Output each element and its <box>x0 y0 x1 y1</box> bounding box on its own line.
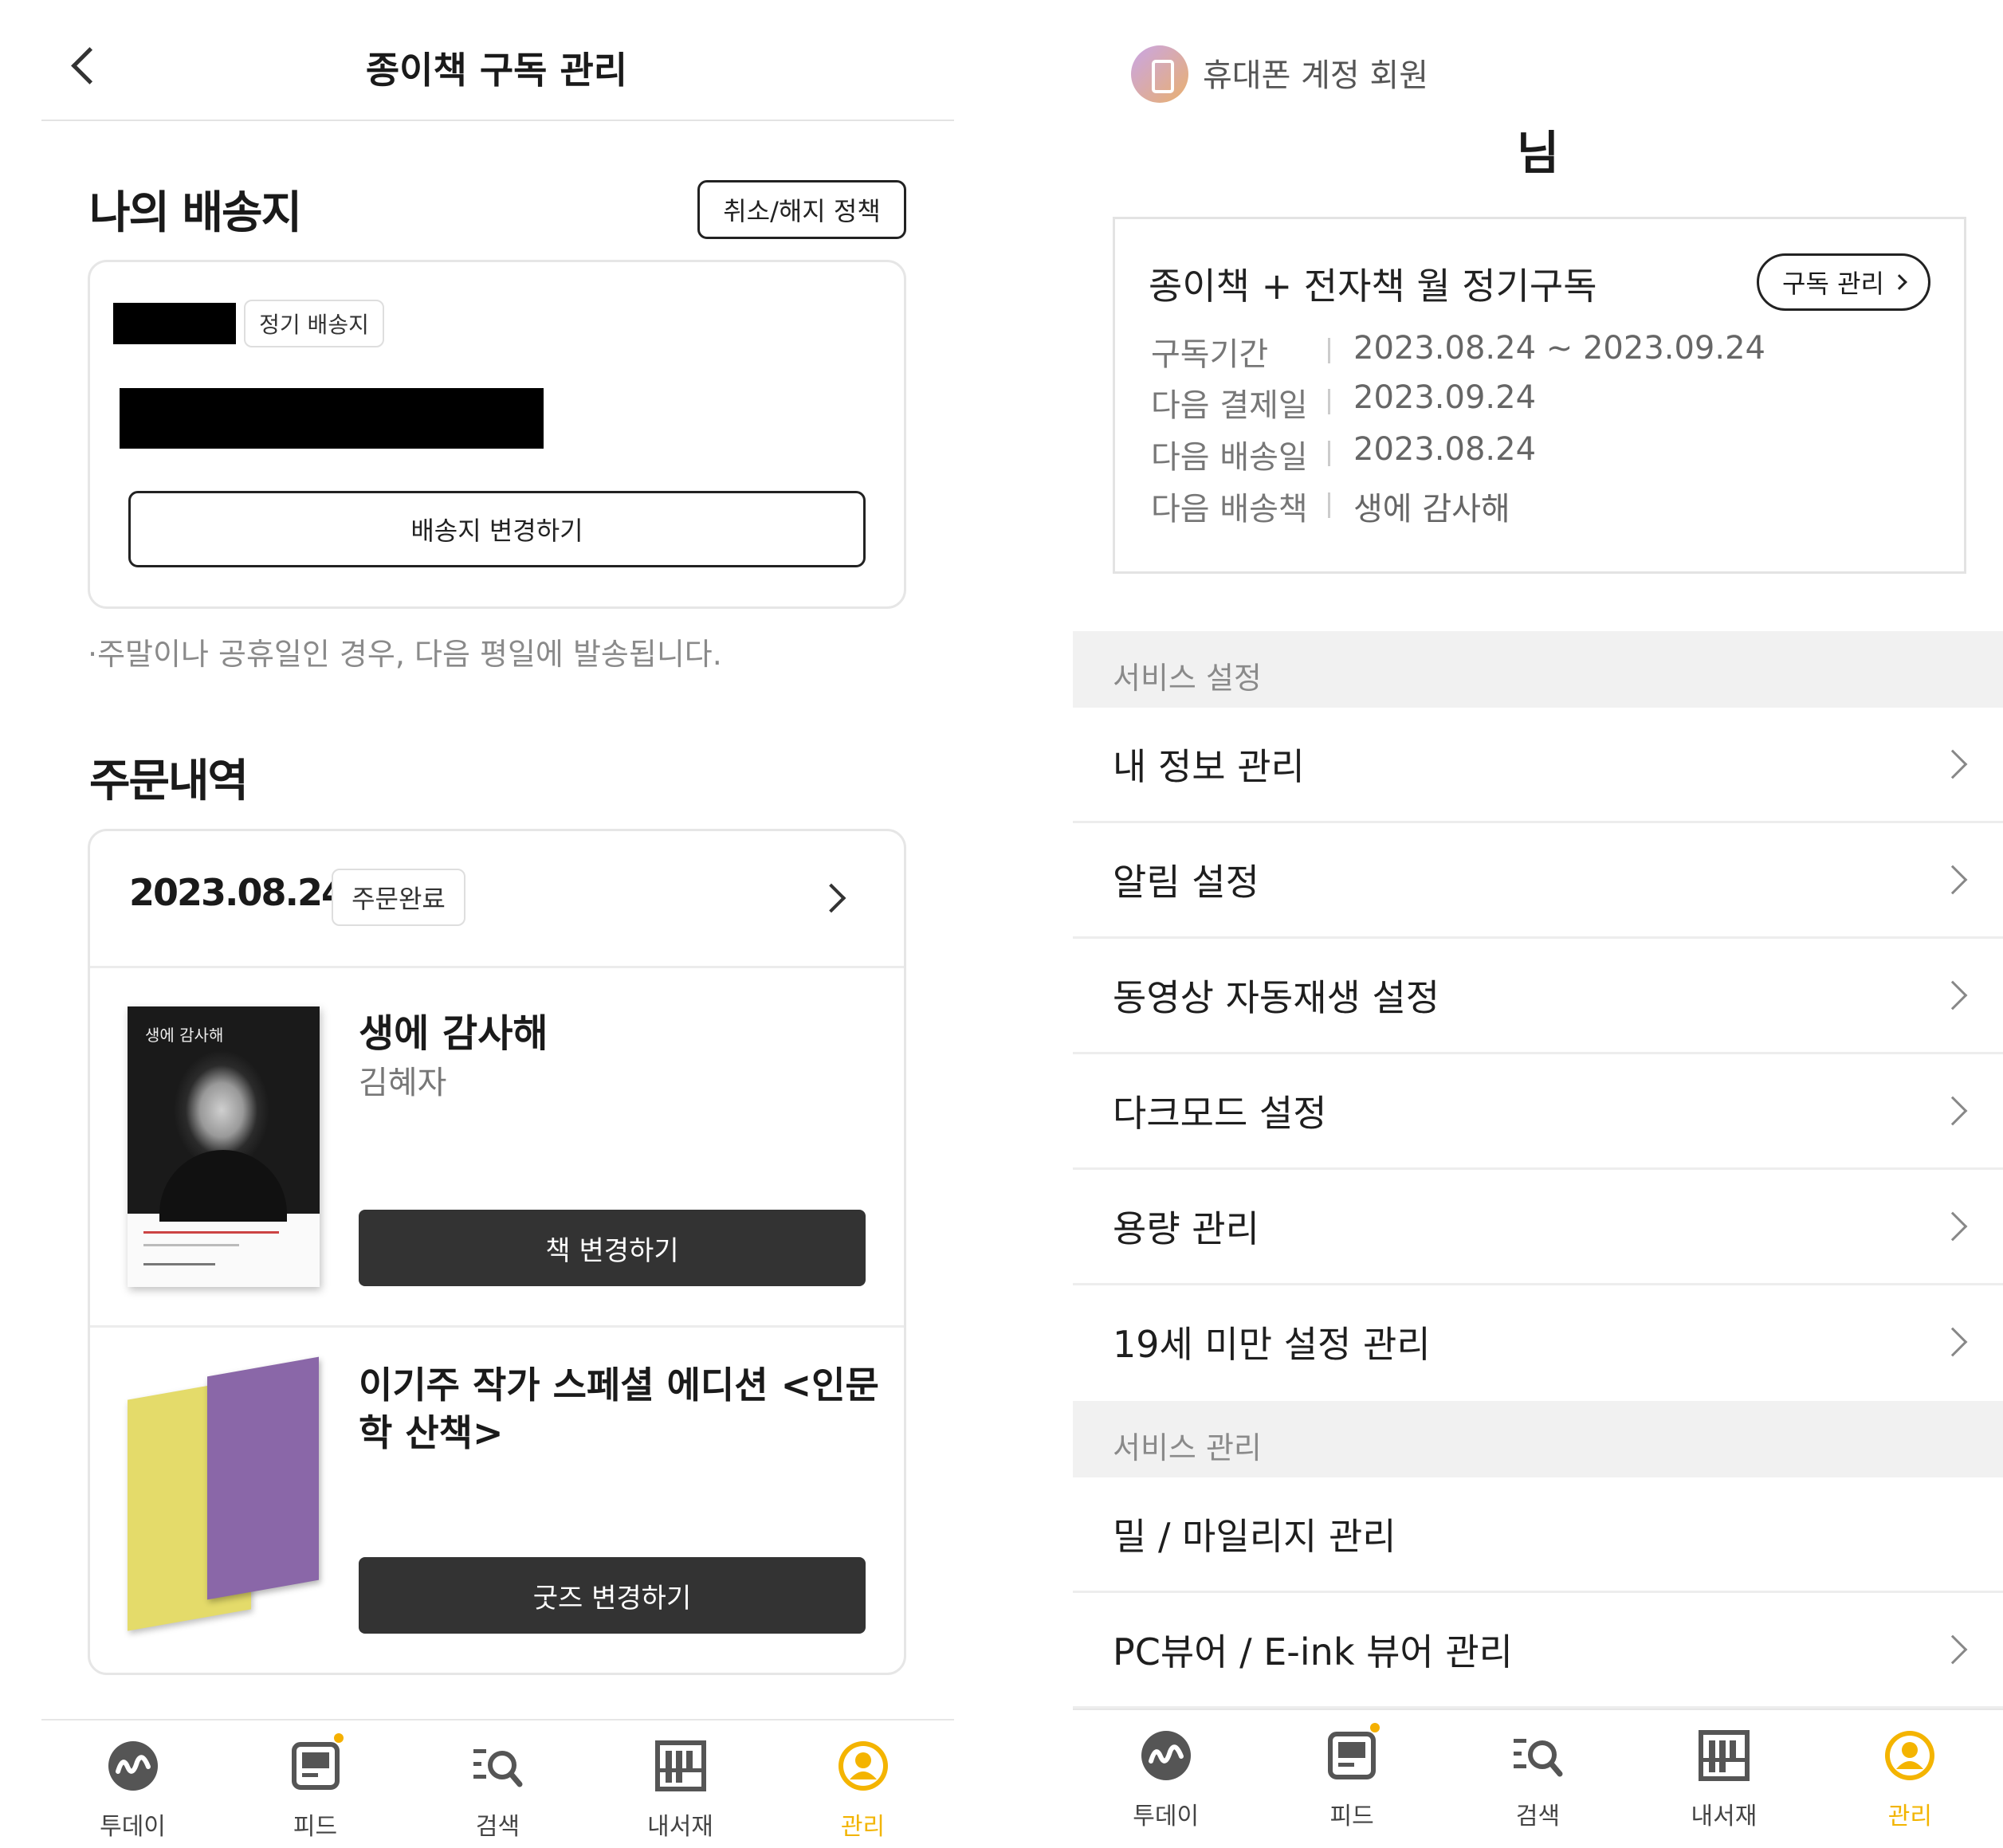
chevron-right-icon <box>1938 865 1968 895</box>
cancel-policy-button[interactable]: 취소/해지 정책 <box>697 180 906 239</box>
chevron-right-icon <box>1891 274 1907 290</box>
subscription-period-value: 2023.08.24 ~ 2023.09.24 <box>1353 330 1765 367</box>
page-title: 종이책 구독 관리 <box>365 49 628 92</box>
search-icon <box>472 1740 524 1792</box>
tab-today[interactable]: 투데이 <box>41 1720 224 1846</box>
separator <box>1328 441 1330 466</box>
change-address-button[interactable]: 배송지 변경하기 <box>128 491 866 567</box>
tab-search[interactable]: 검색 <box>406 1720 589 1846</box>
menu-notification-settings[interactable]: 알림 설정 <box>1073 823 2003 939</box>
manage-subscription-button[interactable]: 구독 관리 <box>1757 253 1930 311</box>
screen-gap <box>1004 0 1073 1848</box>
tab-feed[interactable]: 피드 <box>1259 1710 1444 1836</box>
menu-dark-mode[interactable]: 다크모드 설정 <box>1073 1054 2003 1170</box>
library-icon <box>654 1740 707 1792</box>
tab-library[interactable]: 내서재 <box>1631 1710 1816 1836</box>
tab-library[interactable]: 내서재 <box>589 1720 772 1846</box>
profile-icon <box>837 1740 890 1792</box>
item-divider <box>90 1325 904 1328</box>
order-divider <box>90 966 904 968</box>
menu-under-19[interactable]: 19세 미만 설정 관리 <box>1073 1285 2003 1401</box>
subscription-period-label: 구독기간 <box>1151 336 1269 373</box>
order-status-badge: 주문완료 <box>332 869 465 926</box>
today-icon <box>1140 1729 1192 1782</box>
next-delivery-label: 다음 배송일 <box>1151 439 1308 476</box>
menu-viewer[interactable]: PC뷰어 / E-ink 뷰어 관리 <box>1073 1593 2003 1709</box>
chevron-right-icon <box>1938 1634 1968 1665</box>
service-settings-header: 서비스 설정 <box>1073 631 2003 708</box>
phone-icon <box>1131 45 1188 103</box>
change-book-button[interactable]: 책 변경하기 <box>359 1210 866 1286</box>
bottom-tab-bar: 투데이 피드 검색 내서재 관리 <box>1073 1709 2003 1836</box>
goods-book-purple-image <box>207 1356 319 1600</box>
separator <box>1328 389 1330 414</box>
change-goods-button[interactable]: 굿즈 변경하기 <box>359 1557 866 1634</box>
today-icon <box>107 1740 159 1792</box>
book-cover-image: 생에 감사해 <box>128 1006 320 1287</box>
user-honorific: 님 <box>1516 126 1560 180</box>
menu-autoplay-settings[interactable]: 동영상 자동재생 설정 <box>1073 939 2003 1054</box>
account-type: 휴대폰 계정 회원 <box>1203 57 1429 94</box>
next-payment-label: 다음 결제일 <box>1151 387 1308 424</box>
header-divider <box>41 120 954 121</box>
feed-icon <box>289 1740 342 1792</box>
chevron-right-icon <box>1938 1096 1968 1126</box>
regular-address-tag: 정기 배송지 <box>244 300 384 347</box>
chevron-right-icon <box>1938 1211 1968 1242</box>
library-icon <box>1698 1729 1750 1782</box>
search-icon <box>1512 1729 1565 1782</box>
tab-search[interactable]: 검색 <box>1445 1710 1631 1836</box>
new-indicator-dot <box>1370 1723 1380 1732</box>
separator <box>1328 492 1330 518</box>
order-date: 2023.08.24 <box>129 871 347 914</box>
next-delivery-value: 2023.08.24 <box>1353 431 1537 468</box>
item-title: 생에 감사해 <box>359 1011 548 1056</box>
bottom-tab-bar: 투데이 피드 검색 내서재 관리 <box>41 1719 954 1846</box>
chevron-right-icon <box>1938 1327 1968 1357</box>
next-book-value: 생에 감사해 <box>1353 491 1510 528</box>
menu-storage[interactable]: 용량 관리 <box>1073 1170 2003 1285</box>
feed-icon <box>1326 1729 1378 1782</box>
profile-icon <box>1883 1729 1936 1782</box>
subscription-management-screen: 종이책 구독 관리 나의 배송지 취소/해지 정책 정기 배송지 배송지 변경하… <box>0 0 1004 1848</box>
service-management-header: 서비스 관리 <box>1073 1401 2003 1477</box>
tab-manage[interactable]: 관리 <box>1817 1710 2003 1836</box>
item-title: 이기주 작가 스페셜 에디션 <인문 학 산책> <box>359 1363 879 1454</box>
shipping-section-title: 나의 배송지 <box>89 187 302 239</box>
shipping-notice: ·주말이나 공휴일인 경우, 다음 평일에 발송됩니다. <box>88 637 722 672</box>
new-indicator-dot <box>334 1733 344 1743</box>
subscription-title: 종이책 + 전자책 월 정기구독 <box>1149 265 1597 308</box>
chevron-right-icon <box>1938 749 1968 779</box>
tab-feed[interactable]: 피드 <box>224 1720 406 1846</box>
manage-screen: 휴대폰 계정 회원 님 종이책 + 전자책 월 정기구독 구독 관리 구독기간 … <box>1073 0 2003 1848</box>
chevron-right-icon <box>1938 980 1968 1010</box>
next-book-label: 다음 배송책 <box>1151 491 1308 528</box>
next-payment-value: 2023.09.24 <box>1353 379 1537 416</box>
menu-my-info[interactable]: 내 정보 관리 <box>1073 708 2003 823</box>
address-redacted <box>120 388 544 449</box>
separator <box>1328 338 1330 363</box>
orders-section-title: 주문내역 <box>89 755 249 807</box>
item-author: 김혜자 <box>359 1065 447 1101</box>
recipient-name-redacted <box>113 303 236 344</box>
menu-mileage[interactable]: 밀 / 마일리지 관리 <box>1073 1477 2003 1593</box>
tab-today[interactable]: 투데이 <box>1073 1710 1259 1836</box>
tab-manage[interactable]: 관리 <box>772 1720 954 1846</box>
